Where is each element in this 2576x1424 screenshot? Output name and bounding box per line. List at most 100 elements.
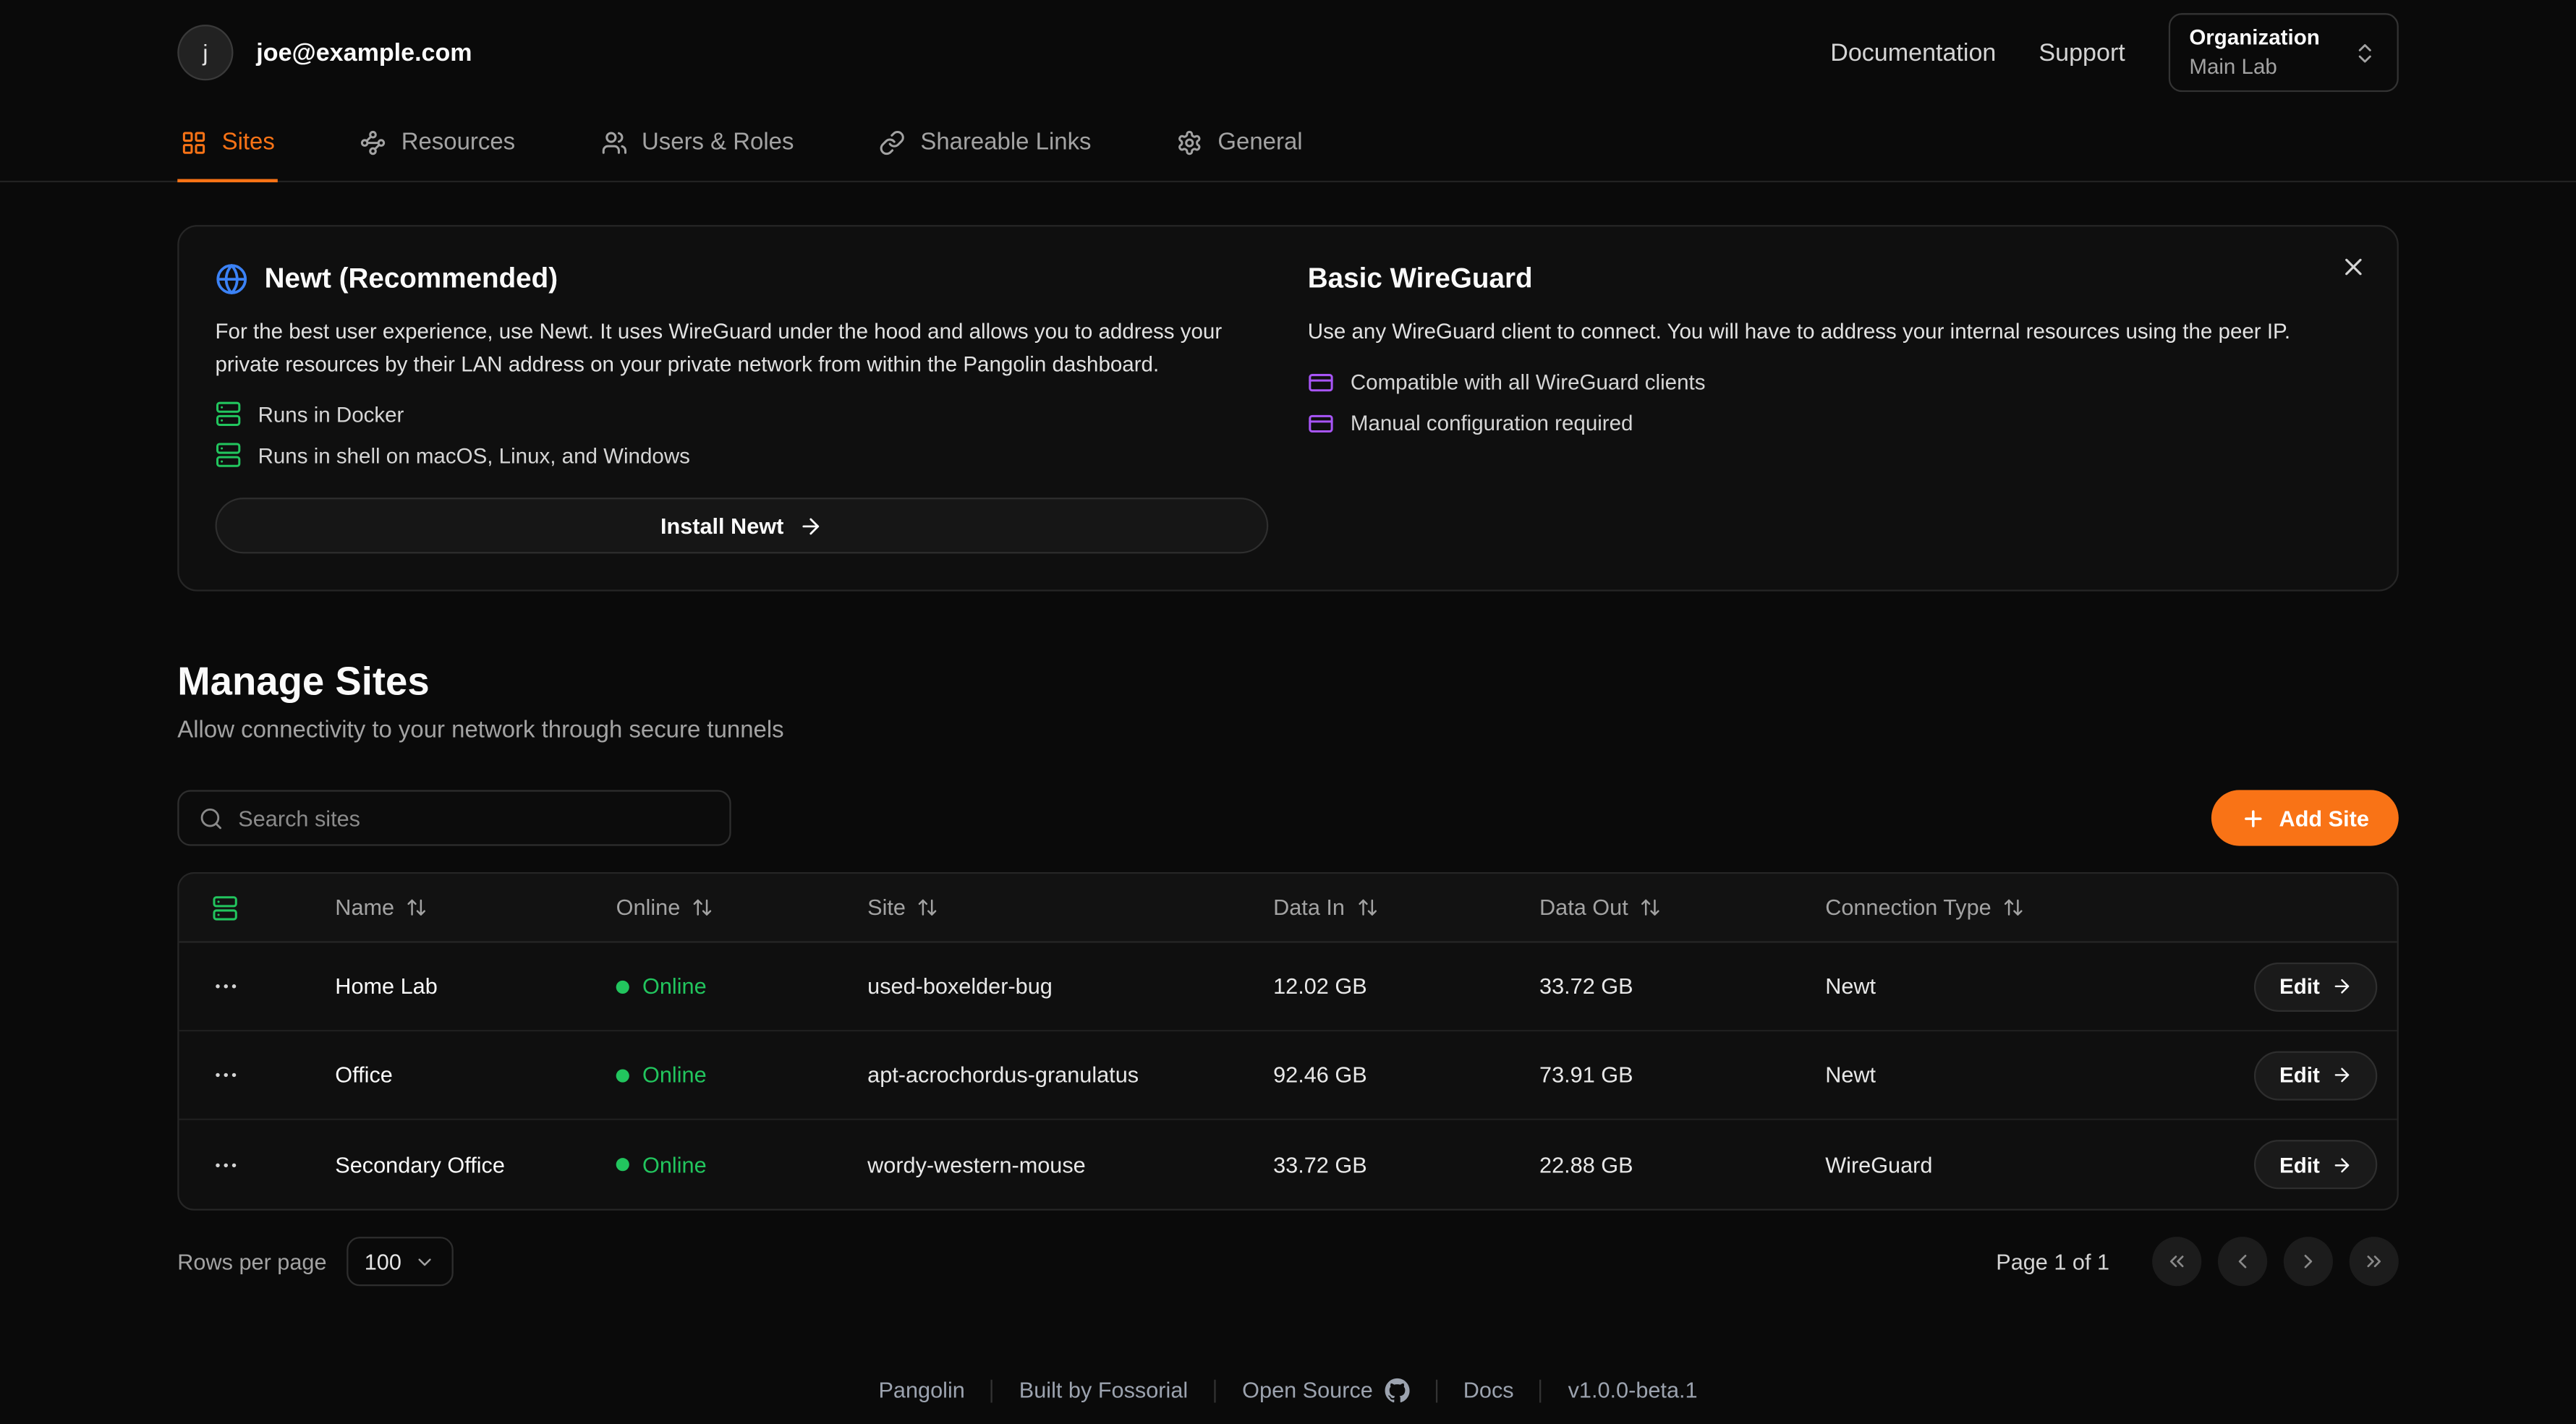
top-bar: j joe@example.com Documentation Support … [0, 0, 2576, 105]
avatar-letter: j [203, 40, 208, 66]
users-icon [600, 129, 626, 155]
layout-grid-icon [181, 129, 207, 155]
connection-type: WireGuard [1825, 1152, 2239, 1177]
edit-button[interactable]: Edit [2255, 1140, 2377, 1189]
newt-title-row: Newt (Recommended) [216, 263, 1269, 295]
wireguard-description: Use any WireGuard client to connect. You… [1308, 315, 2360, 347]
wireguard-column: Basic WireGuard Use any WireGuard client… [1308, 263, 2361, 553]
status-badge: Online [616, 1062, 867, 1087]
documentation-link[interactable]: Documentation [1830, 38, 1996, 67]
sort-icon [406, 897, 428, 918]
data-in: 92.46 GB [1273, 1062, 1539, 1087]
open-source-link[interactable]: Open Source [1242, 1378, 1409, 1402]
column-header-data-out[interactable]: Data Out [1539, 895, 1825, 920]
sort-icon [917, 897, 939, 918]
footer-brand: Pangolin [878, 1378, 964, 1402]
user-menu[interactable]: j joe@example.com [177, 25, 472, 80]
row-actions-icon[interactable] [212, 1151, 240, 1179]
chevrons-up-down-icon [2352, 40, 2377, 65]
sites-table: Name Online Site Data In Data Out [177, 872, 2399, 1211]
tab-label: Resources [401, 129, 515, 155]
github-icon [1385, 1378, 1409, 1402]
edit-button[interactable]: Edit [2255, 962, 2377, 1011]
status-dot [616, 1068, 629, 1081]
connection-type: Newt [1825, 1062, 2239, 1087]
next-page-button[interactable] [2284, 1237, 2333, 1286]
tab-label: Shareable Links [920, 129, 1091, 155]
column-header-site[interactable]: Site [867, 895, 1273, 920]
footer-divider [1215, 1379, 1216, 1402]
arrow-right-icon [799, 513, 823, 538]
rows-per-page-value: 100 [365, 1249, 401, 1274]
sort-icon [1356, 897, 1378, 918]
column-header-connection-type[interactable]: Connection Type [1825, 895, 2239, 920]
page-info: Page 1 of 1 [1996, 1249, 2109, 1274]
table-header-icon-cell [179, 895, 336, 921]
org-selector-value: Main Lab [2189, 54, 2319, 80]
last-page-button[interactable] [2350, 1237, 2399, 1286]
page-subtitle: Allow connectivity to your network throu… [177, 717, 2399, 743]
column-header-name[interactable]: Name [335, 895, 616, 920]
rows-per-page-label: Rows per page [177, 1249, 326, 1274]
edit-button[interactable]: Edit [2255, 1050, 2377, 1099]
feature-label: Manual configuration required [1351, 411, 1633, 435]
footer-divider [1435, 1379, 1437, 1402]
link-icon [880, 129, 906, 155]
globe-icon [216, 263, 248, 295]
column-label: Name [335, 895, 394, 920]
footer-divider [991, 1379, 992, 1402]
previous-page-button[interactable] [2218, 1237, 2267, 1286]
column-label: Connection Type [1825, 895, 1991, 920]
org-selector-texts: Organization Main Lab [2189, 25, 2319, 80]
table-header-row: Name Online Site Data In Data Out [179, 874, 2397, 942]
newt-column: Newt (Recommended) For the best user exp… [216, 263, 1269, 553]
docs-link[interactable]: Docs [1463, 1378, 1514, 1402]
column-header-online[interactable]: Online [616, 895, 867, 920]
status-badge: Online [616, 1152, 867, 1177]
status-badge: Online [616, 974, 867, 999]
feature-label: Runs in shell on macOS, Linux, and Windo… [258, 443, 690, 467]
server-icon [212, 895, 238, 921]
tab-label: Users & Roles [642, 129, 794, 155]
site-slug: apt-acrochordus-granulatus [867, 1062, 1273, 1087]
tab-general[interactable]: General [1173, 105, 1306, 182]
add-site-button[interactable]: Add Site [2211, 790, 2398, 845]
chevron-left-icon [2231, 1250, 2254, 1273]
install-newt-button[interactable]: Install Newt [216, 498, 1269, 553]
chevrons-right-icon [2363, 1250, 2386, 1273]
user-email: joe@example.com [256, 38, 472, 67]
newt-title: Newt (Recommended) [265, 263, 558, 295]
tab-sites[interactable]: Sites [177, 105, 278, 182]
row-actions-icon[interactable] [212, 972, 240, 1000]
server-icon [216, 442, 242, 468]
data-out: 33.72 GB [1539, 974, 1825, 999]
feature-item: Compatible with all WireGuard clients [1308, 369, 2361, 395]
chevrons-left-icon [2165, 1250, 2188, 1273]
pagination-bar: Rows per page 100 Page 1 of 1 [177, 1237, 2399, 1286]
site-name: Office [335, 1062, 616, 1087]
search-input[interactable] [238, 806, 710, 830]
edit-label: Edit [2279, 974, 2320, 999]
onboarding-card: Newt (Recommended) For the best user exp… [177, 225, 2399, 591]
tab-label: General [1217, 129, 1302, 155]
row-actions-icon[interactable] [212, 1061, 240, 1089]
status-dot [616, 1158, 629, 1171]
arrow-right-icon [2331, 976, 2353, 997]
table-row: Secondary Office Online wordy-western-mo… [179, 1120, 2397, 1209]
site-name: Home Lab [335, 974, 616, 999]
close-icon[interactable] [2339, 253, 2368, 281]
tab-shareable-links[interactable]: Shareable Links [876, 105, 1094, 182]
feature-item: Manual configuration required [1308, 410, 2361, 436]
first-page-button[interactable] [2152, 1237, 2201, 1286]
org-selector[interactable]: Organization Main Lab [2168, 14, 2399, 91]
search-icon [199, 806, 224, 830]
rows-per-page-select[interactable]: 100 [347, 1237, 454, 1286]
tab-resources[interactable]: Resources [357, 105, 518, 182]
avatar[interactable]: j [177, 25, 233, 80]
tab-users-roles[interactable]: Users & Roles [598, 105, 797, 182]
status-label: Online [642, 974, 707, 999]
column-header-data-in[interactable]: Data In [1273, 895, 1539, 920]
waypoints-icon [360, 129, 386, 155]
support-link[interactable]: Support [2039, 38, 2125, 67]
page-title: Manage Sites [177, 660, 2399, 707]
